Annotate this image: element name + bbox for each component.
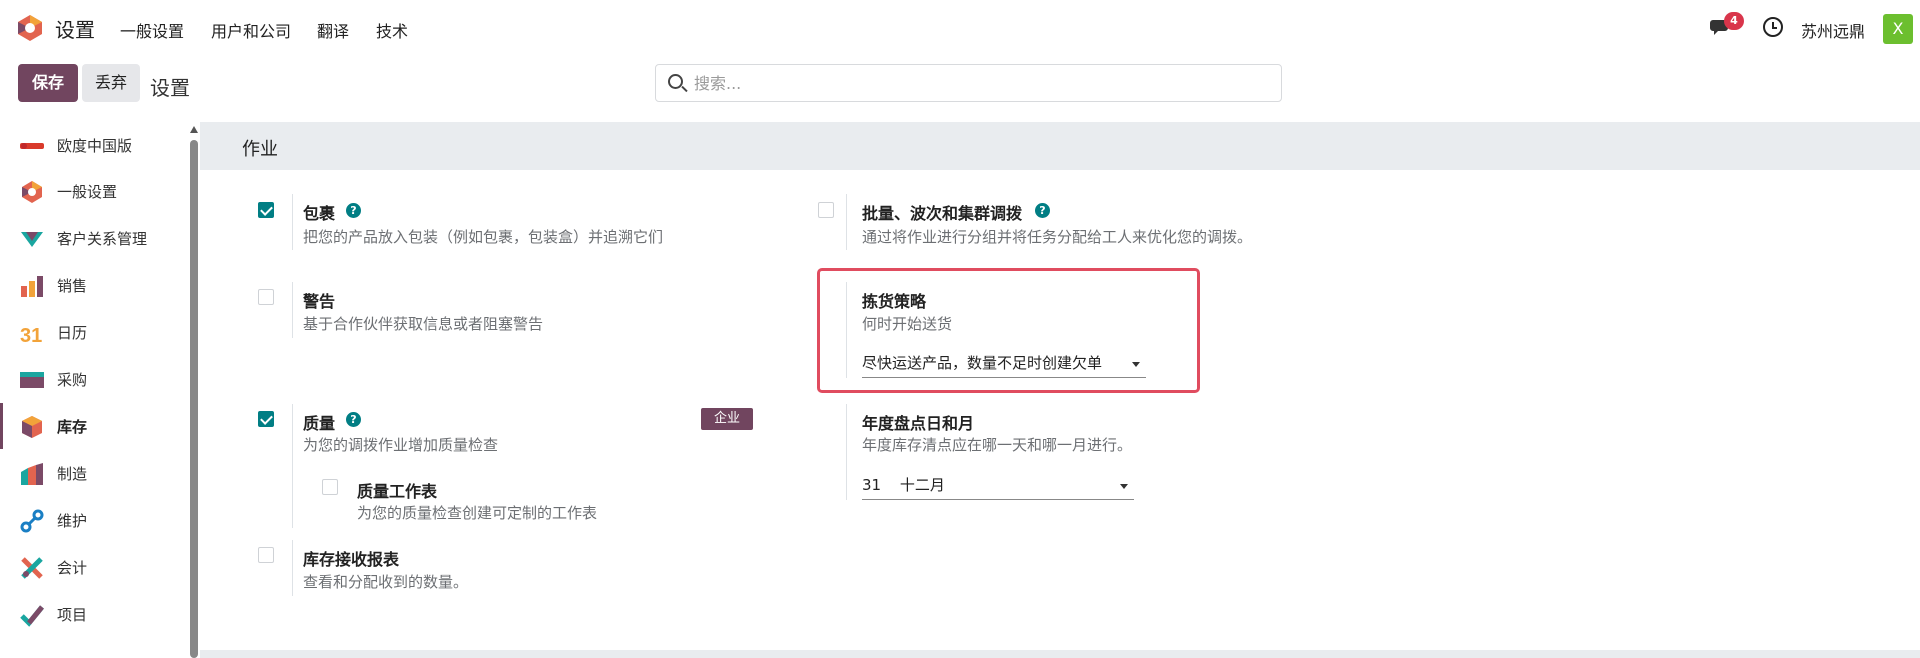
sidebar-item-label: 销售 <box>57 277 88 295</box>
help-icon[interactable]: ? <box>1035 203 1050 218</box>
quality-checkbox[interactable] <box>258 411 274 427</box>
sales-icon <box>21 276 43 297</box>
batch-transfers-title: 批量、波次和集群调拨 <box>862 204 1023 223</box>
svg-text:31: 31 <box>20 325 42 345</box>
annual-inventory-day[interactable]: 31 <box>862 476 881 494</box>
search-icon <box>668 74 683 89</box>
sidebar-item-label: 项目 <box>57 606 88 624</box>
purchase-icon <box>20 372 44 388</box>
sidebar-item-label: 制造 <box>57 465 88 483</box>
search-input[interactable] <box>694 71 1254 95</box>
menu-technical[interactable]: 技术 <box>376 18 408 42</box>
top-navbar: 设置 一般设置 用户和公司 翻译 技术 4 苏州远鼎 X <box>0 0 1920 56</box>
project-icon <box>20 605 44 627</box>
section-header: 作业 <box>200 122 1920 170</box>
highlight-box <box>817 268 1200 393</box>
next-section-band <box>200 650 1920 658</box>
scroll-up-arrow-icon[interactable] <box>190 126 198 133</box>
quality-worksheet-title: 质量工作表 <box>357 482 438 501</box>
enterprise-badge: 企业 <box>701 408 753 430</box>
divider <box>292 404 293 528</box>
company-switcher[interactable]: 苏州远鼎 <box>1801 18 1865 42</box>
divider <box>292 282 293 338</box>
manufacturing-icon <box>21 463 43 485</box>
batch-transfers-checkbox[interactable] <box>818 202 834 218</box>
sidebar-item-label: 客户关系管理 <box>57 230 148 248</box>
batch-transfers-desc: 通过将作业进行分组并将任务分配给工人来优化您的调拨。 <box>862 228 1253 246</box>
sidebar-scrollbar[interactable] <box>190 140 198 658</box>
oudu-logo-icon <box>20 143 44 149</box>
menu-translations[interactable]: 翻译 <box>317 18 349 42</box>
annual-inventory-title: 年度盘点日和月 <box>862 414 975 433</box>
sidebar-item-label: 采购 <box>57 371 88 389</box>
reception-report-checkbox[interactable] <box>258 547 274 563</box>
warnings-title: 警告 <box>303 292 336 311</box>
calendar-icon: 31 <box>20 325 42 345</box>
sidebar-item-manufacturing[interactable]: 制造 <box>0 450 190 496</box>
sidebar-item-label: 日历 <box>57 324 88 342</box>
quality-worksheet-checkbox[interactable] <box>322 479 338 495</box>
discard-button[interactable]: 丢弃 <box>82 64 140 102</box>
search-box[interactable] <box>655 64 1282 102</box>
divider <box>846 194 847 250</box>
quality-worksheet-desc: 为您的质量检查创建可定制的工作表 <box>357 504 598 522</box>
sidebar-item-crm[interactable]: 客户关系管理 <box>0 215 190 261</box>
chevron-down-icon <box>1120 484 1128 489</box>
accounting-icon <box>21 557 43 579</box>
sidebar-item-label: 库存 <box>57 418 88 436</box>
annual-inventory-month[interactable]: 十二月 <box>900 476 945 494</box>
page-title: 设置 <box>150 76 190 100</box>
sidebar-item-purchase[interactable]: 采购 <box>0 356 190 402</box>
divider <box>292 194 293 250</box>
help-icon[interactable]: ? <box>346 412 361 427</box>
help-icon[interactable]: ? <box>346 203 361 218</box>
settings-content: 作业 包裹 ? 把您的产品放入包装（例如包裹，包装盒）并追溯它们 警告 基于合作… <box>200 122 1920 658</box>
warnings-desc: 基于合作伙伴获取信息或者阻塞警告 <box>303 315 544 333</box>
annual-inventory-select[interactable]: 31 十二月 <box>862 474 1134 500</box>
sidebar-item-project[interactable]: 项目 <box>0 591 190 637</box>
warnings-checkbox[interactable] <box>258 289 274 305</box>
sidebar-item-maintenance[interactable]: 维护 <box>0 497 190 543</box>
clock-icon[interactable] <box>1763 17 1783 37</box>
save-button[interactable]: 保存 <box>18 64 78 102</box>
sidebar-item-label: 维护 <box>57 512 88 530</box>
menu-users-companies[interactable]: 用户和公司 <box>211 18 291 42</box>
chat-badge: 4 <box>1724 12 1744 30</box>
sidebar-item-calendar[interactable]: 31 日历 <box>0 309 190 355</box>
sidebar-item-label: 会计 <box>57 559 88 577</box>
inventory-icon <box>22 416 42 438</box>
sidebar-item-label: 一般设置 <box>57 183 118 201</box>
packages-title: 包裹 <box>303 204 336 223</box>
reception-report-desc: 查看和分配收到的数量。 <box>303 573 469 591</box>
packages-checkbox[interactable] <box>258 202 274 218</box>
settings-sidebar: 欧度中国版 一般设置 客户关系管理 销售 31 日历 采购 库存 制造 维护 会… <box>0 122 192 658</box>
crm-icon <box>21 232 43 247</box>
odoo-logo-icon[interactable] <box>16 14 44 42</box>
packages-desc: 把您的产品放入包装（例如包裹，包装盒）并追溯它们 <box>303 228 664 246</box>
divider <box>292 540 293 596</box>
sidebar-item-sales[interactable]: 销售 <box>0 262 190 308</box>
sidebar-item-inventory[interactable]: 库存 <box>0 403 190 449</box>
settings-app-icon <box>22 181 42 203</box>
maintenance-icon <box>20 509 44 533</box>
divider <box>846 404 847 500</box>
sidebar-item-oudu-china[interactable]: 欧度中国版 <box>0 122 190 168</box>
quality-title: 质量 <box>303 414 336 433</box>
quality-desc: 为您的调拨作业增加质量检查 <box>303 436 499 454</box>
sidebar-item-accounting[interactable]: 会计 <box>0 544 190 590</box>
reception-report-title: 库存接收报表 <box>303 550 400 569</box>
sidebar-item-general-settings[interactable]: 一般设置 <box>0 168 190 214</box>
avatar[interactable]: X <box>1883 14 1913 44</box>
menu-general-settings[interactable]: 一般设置 <box>120 18 184 42</box>
annual-inventory-desc: 年度库存清点应在哪一天和哪一月进行。 <box>862 436 1133 454</box>
sidebar-item-label: 欧度中国版 <box>57 137 133 155</box>
section-title: 作业 <box>242 139 278 160</box>
app-title[interactable]: 设置 <box>55 14 95 43</box>
